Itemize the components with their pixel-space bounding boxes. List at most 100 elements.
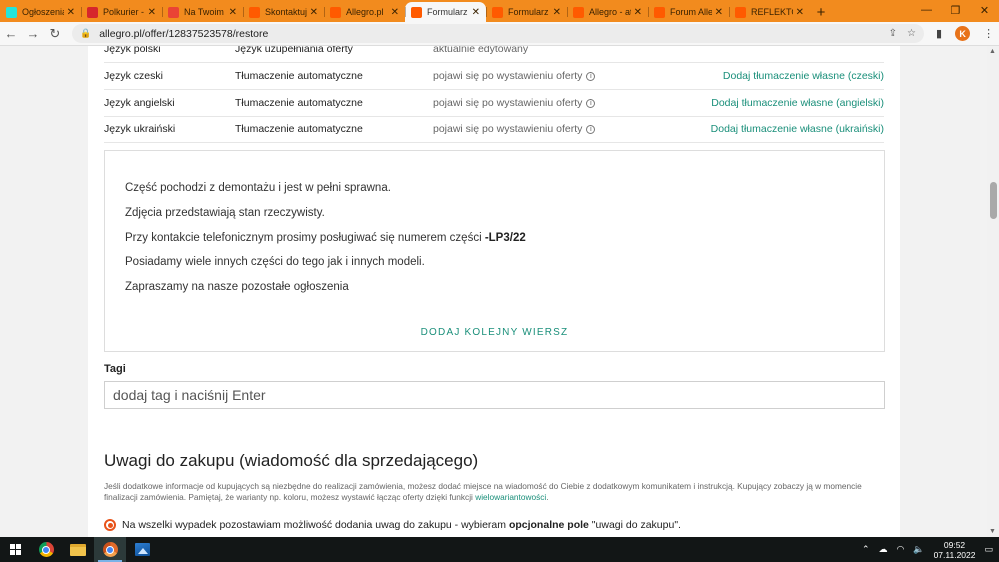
info-icon[interactable]: i — [586, 98, 596, 108]
translation-status: pojawi się po wystawieniu oferty i — [433, 70, 613, 82]
forum-icon — [654, 6, 665, 18]
menu-kebab-icon[interactable]: ⋮ — [983, 27, 994, 40]
tab-close-icon[interactable]: ✕ — [634, 7, 642, 18]
tab-close-icon[interactable]: ✕ — [67, 7, 75, 18]
tab-label: Skontaktuj — [265, 7, 307, 17]
radio-label-text: Na wszelki wypadek pozostawiam możliwość… — [122, 519, 509, 531]
cloud-icon[interactable]: ☁ — [878, 544, 887, 555]
forward-icon[interactable]: → — [22, 26, 44, 41]
browser-tab[interactable]: Ogłoszenia ✕ — [0, 2, 81, 22]
chrome-icon — [38, 542, 54, 557]
profile-avatar[interactable]: K — [955, 26, 971, 41]
lock-icon[interactable]: 🔒 — [80, 28, 91, 39]
add-own-translation-link[interactable]: Dodaj tłumaczenie własne (czeski) — [613, 70, 884, 82]
optional-remarks-radio[interactable]: Na wszelki wypadek pozostawiam możliwość… — [104, 519, 681, 531]
browser-tab[interactable]: Skontaktuj ✕ — [243, 2, 324, 22]
new-tab-button[interactable]: + — [810, 2, 832, 22]
language-row: Język ukraiński Tłumaczenie automatyczne p… — [104, 116, 884, 143]
taskbar-chrome-profile[interactable] — [94, 537, 126, 562]
add-own-translation-link[interactable]: Dodaj tłumaczenie własne (angielski) — [613, 97, 884, 109]
scrollbar-thumb[interactable] — [990, 182, 997, 219]
side-panel-icon[interactable]: ▮ — [936, 27, 942, 40]
wifi-icon[interactable]: ◠ — [896, 544, 904, 555]
allegro-icon — [411, 6, 422, 18]
browser-tab[interactable]: Na Twoim k✕ — [162, 2, 243, 22]
tab-close-icon[interactable]: ✕ — [310, 7, 318, 18]
section-title: Uwagi do zakupu (wiadomość dla sprzedają… — [104, 451, 479, 470]
status-text: pojawi się po wystawieniu oferty — [433, 123, 583, 135]
notifications-icon[interactable]: ▭ — [984, 544, 993, 555]
language-name: Język angielski — [104, 97, 175, 109]
clock-time: 09:52 — [943, 539, 966, 550]
language-row: Język polski Język uzupełniania oferty akt… — [104, 46, 884, 63]
tab-close-icon[interactable]: ✕ — [229, 7, 237, 18]
allegro-icon — [249, 6, 260, 18]
url-text[interactable]: allegro.pl/offer/12837523578/restore — [99, 28, 878, 40]
tab-label: Forum Alleg — [670, 7, 712, 17]
tab-close-icon[interactable]: ✕ — [553, 7, 561, 18]
browser-tab[interactable]: Formularz ✕ — [486, 2, 567, 22]
info-icon[interactable]: i — [586, 124, 596, 134]
restore-icon[interactable]: ❐ — [941, 0, 970, 20]
folder-icon — [70, 543, 86, 556]
window-controls: — ❐ ✕ — [912, 0, 999, 20]
allegro-icon — [573, 6, 584, 18]
taskbar-chrome[interactable] — [30, 537, 62, 562]
browser-tab[interactable]: Allegro - at ✕ — [567, 2, 648, 22]
radio-selected-icon[interactable] — [104, 519, 116, 531]
reload-icon[interactable]: ↻ — [44, 26, 66, 42]
note-end: . — [546, 492, 549, 502]
scroll-up-icon[interactable]: ▲ — [989, 48, 996, 55]
tray-overflow-icon[interactable]: ⌃ — [862, 544, 870, 555]
tab-close-icon[interactable]: ✕ — [796, 7, 804, 18]
translation-type: Język uzupełniania oferty — [235, 46, 353, 55]
clock[interactable]: 09:52 07.11.2022 — [934, 540, 976, 560]
tab-label: Polkurier - — [103, 7, 145, 17]
translation-type: Tłumaczenie automatyczne — [235, 97, 363, 109]
status-text: pojawi się po wystawieniu oferty — [433, 70, 583, 82]
bookmark-star-icon[interactable]: ☆ — [907, 28, 916, 39]
browser-tab[interactable]: Allegro.pl ✕ — [324, 2, 405, 22]
description-line: Przy kontakcie telefonicznym prosimy pos… — [125, 232, 526, 244]
description-line: Posiadamy wiele innych części do tego ja… — [125, 256, 425, 268]
language-name: Język czeski — [104, 70, 163, 82]
clock-date: 07.11.2022 — [933, 549, 976, 560]
tab-close-icon[interactable]: ✕ — [391, 7, 399, 18]
add-own-translation-link[interactable]: Dodaj tłumaczenie własne (ukraiński) — [613, 123, 884, 135]
description-line: Część pochodzi z demontażu i jest w pełn… — [125, 182, 391, 194]
close-window-icon[interactable]: ✕ — [970, 0, 999, 20]
volume-icon[interactable]: 🔈 — [913, 544, 924, 555]
translation-status: aktualnie edytowany — [433, 46, 613, 55]
radio-label-end: "uwagi do zakupu". — [588, 519, 681, 531]
chrome-profile-icon — [102, 542, 118, 557]
language-row: Język czeski Tłumaczenie automatyczne poja… — [104, 63, 884, 90]
browser-tab[interactable]: REFLEKTOR✕ — [729, 2, 810, 22]
add-row-button[interactable]: DODAJ KOLEJNY WIERSZ — [105, 327, 884, 338]
back-icon[interactable]: ← — [0, 26, 22, 41]
address-bar[interactable]: 🔒 allegro.pl/offer/12837523578/restore ⇪… — [72, 24, 924, 43]
tags-label: Tagi — [104, 363, 126, 375]
scroll-down-icon[interactable]: ▼ — [989, 528, 996, 535]
tab-close-icon[interactable]: ✕ — [148, 7, 156, 18]
browser-tab[interactable]: Forum Alleg✕ — [648, 2, 729, 22]
minimize-icon[interactable]: — — [912, 0, 941, 20]
description-box[interactable]: Część pochodzi z demontażu i jest w pełn… — [104, 150, 885, 352]
allegro-icon — [330, 6, 341, 18]
page-scrollbar[interactable]: ▲ ▼ — [987, 46, 999, 537]
taskbar-photos[interactable] — [126, 537, 158, 562]
tags-input[interactable]: dodaj tag i naciśnij Enter — [104, 381, 885, 409]
multivariant-link[interactable]: wielowariantowości — [475, 492, 546, 502]
start-button[interactable] — [0, 544, 30, 555]
info-icon[interactable]: i — [586, 71, 596, 81]
gmail-icon — [168, 6, 179, 18]
description-line: Zapraszamy na nasze pozostałe ogłoszenia — [125, 281, 349, 293]
section-note: Jeśli dodatkowe informacje od kupujących… — [104, 481, 889, 503]
tab-close-icon[interactable]: ✕ — [715, 7, 723, 18]
status-text: pojawi się po wystawieniu oferty — [433, 97, 583, 109]
browser-tab[interactable]: Formularz ✕ — [405, 2, 486, 22]
tab-close-icon[interactable]: ✕ — [472, 7, 480, 18]
taskbar-explorer[interactable] — [62, 537, 94, 562]
browser-tab[interactable]: Polkurier - ✕ — [81, 2, 162, 22]
share-icon[interactable]: ⇪ — [889, 28, 897, 39]
tab-label: Na Twoim k — [184, 7, 226, 17]
